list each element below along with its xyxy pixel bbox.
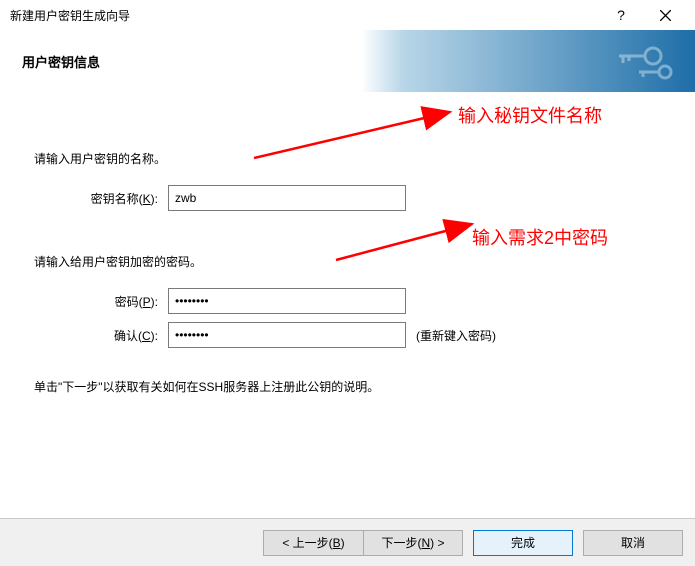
content-area: 请输入用户密钥的名称。 密钥名称(K): 请输入给用户密钥加密的密码。 密码(P… [0, 92, 695, 488]
password-input[interactable] [168, 288, 406, 314]
prompt-password: 请输入给用户密钥加密的密码。 [34, 253, 661, 270]
row-confirm: 确认(C): (重新键入密码) [78, 322, 661, 348]
annotation-text-1: 输入秘钥文件名称 [458, 102, 602, 128]
back-button[interactable]: < 上一步(B) [263, 530, 363, 556]
titlebar: 新建用户密钥生成向导 ? [0, 0, 695, 30]
finish-button[interactable]: 完成 [473, 530, 573, 556]
next-button[interactable]: 下一步(N) > [363, 530, 463, 556]
row-keyname: 密钥名称(K): [78, 185, 661, 211]
key-icon [601, 44, 681, 84]
close-icon [660, 10, 671, 21]
prompt-keyname: 请输入用户密钥的名称。 [34, 150, 661, 167]
close-button[interactable] [643, 0, 687, 30]
window-title: 新建用户密钥生成向导 [10, 7, 599, 24]
keyname-input[interactable] [168, 185, 406, 211]
footnote: 单击"下一步"以获取有关如何在SSH服务器上注册此公钥的说明。 [34, 378, 661, 395]
password-label: 密码(P): [78, 293, 158, 310]
nav-button-group: < 上一步(B) 下一步(N) > [263, 530, 463, 556]
confirm-input[interactable] [168, 322, 406, 348]
row-password: 密码(P): [78, 288, 661, 314]
cancel-button[interactable]: 取消 [583, 530, 683, 556]
keyname-label: 密钥名称(K): [78, 190, 158, 207]
banner: 用户密钥信息 [0, 30, 695, 92]
help-button[interactable]: ? [599, 0, 643, 30]
footer: < 上一步(B) 下一步(N) > 完成 取消 [0, 518, 695, 566]
confirm-label: 确认(C): [78, 327, 158, 344]
banner-title: 用户密钥信息 [22, 52, 100, 71]
confirm-hint: (重新键入密码) [416, 327, 496, 344]
